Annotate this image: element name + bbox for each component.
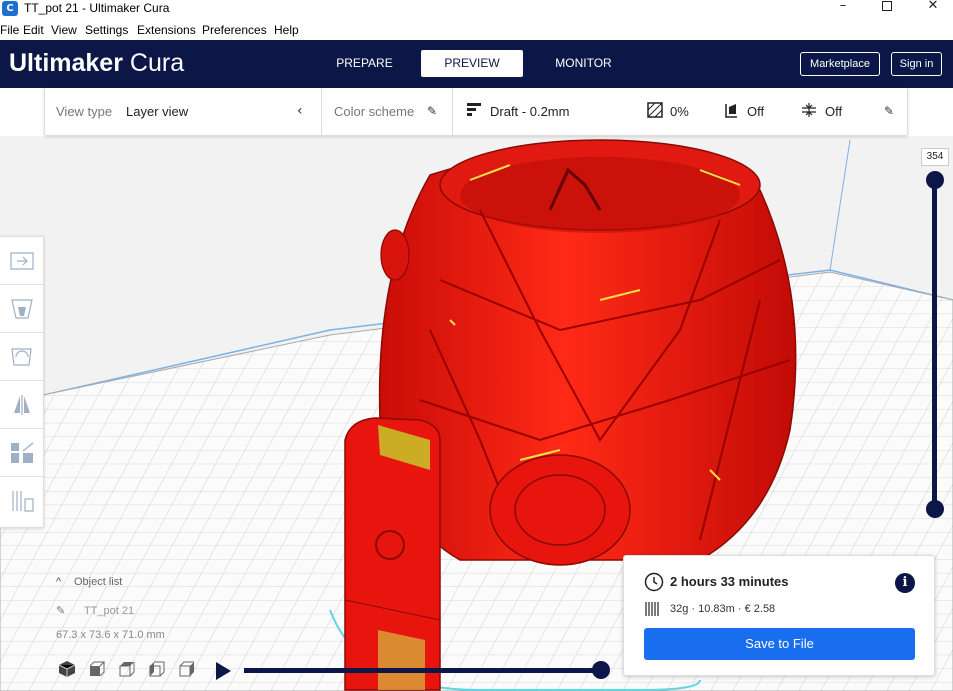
- adhesion-value[interactable]: Off: [825, 104, 842, 120]
- top-view-icon[interactable]: [118, 660, 136, 678]
- view-type-select[interactable]: Layer view: [126, 104, 188, 120]
- tab-monitor[interactable]: MONITOR: [541, 50, 626, 77]
- object-dimensions: 67.3 x 73.6 x 71.0 mm: [56, 629, 165, 641]
- app-header: Ultimaker Cura PREPARE PREVIEW MONITOR M…: [0, 40, 953, 88]
- layer-number-input[interactable]: 354: [921, 148, 949, 166]
- toolbar-divider: [321, 88, 322, 136]
- spool-icon: [645, 602, 659, 616]
- menu-view[interactable]: View: [51, 22, 77, 38]
- scale-icon: [11, 299, 33, 319]
- pencil-icon[interactable]: ✎: [884, 102, 894, 120]
- marketplace-button[interactable]: Marketplace: [800, 52, 880, 76]
- sign-in-button[interactable]: Sign in: [891, 52, 942, 76]
- rotate-icon: [11, 348, 32, 366]
- menu-help[interactable]: Help: [274, 22, 299, 38]
- rotate-tool-button[interactable]: [0, 333, 43, 381]
- view-toolbar: View type Layer view ‹ Color scheme ✎ Dr…: [44, 88, 908, 136]
- maximize-icon: [882, 1, 892, 11]
- adhesion-icon: [801, 102, 817, 123]
- color-scheme-button[interactable]: Color scheme: [334, 104, 414, 120]
- left-toolbar: [0, 236, 44, 528]
- clock-icon: [644, 572, 664, 592]
- layer-slider-bottom-handle[interactable]: [926, 500, 944, 518]
- mirror-icon: [14, 395, 30, 415]
- window-title: TT_pot 21 - Ultimaker Cura: [24, 1, 170, 15]
- maximize-button[interactable]: [872, 0, 902, 14]
- object-name: TT_pot 21: [84, 605, 135, 617]
- view-type-label: View type: [56, 104, 113, 119]
- support-blocker-icon: [12, 491, 34, 512]
- mirror-tool-button[interactable]: [0, 381, 43, 429]
- path-slider-handle[interactable]: [592, 661, 610, 679]
- right-view-icon[interactable]: [178, 660, 196, 678]
- menu-settings[interactable]: Settings: [85, 22, 128, 38]
- profile-selector[interactable]: Draft - 0.2mm: [490, 104, 569, 120]
- toolbar-divider: [452, 88, 453, 136]
- infill-icon: [647, 102, 663, 123]
- menu-bar: File Edit View Settings Extensions Prefe…: [0, 20, 953, 40]
- cura-window: C TT_pot 21 - Ultimaker Cura – ✕ File Ed…: [0, 0, 953, 691]
- front-view-icon[interactable]: [88, 660, 106, 678]
- support-blocker-button[interactable]: [0, 477, 43, 525]
- cura-logo-icon: C: [2, 1, 18, 16]
- menu-extensions[interactable]: Extensions: [137, 22, 196, 38]
- per-model-settings-icon: [11, 442, 34, 463]
- model-body: [378, 139, 797, 566]
- object-list-label: Object list: [74, 576, 123, 588]
- chevron-left-icon[interactable]: ‹: [297, 102, 303, 120]
- chevron-up-icon: ^: [56, 576, 62, 588]
- pencil-icon: ✎: [56, 605, 66, 617]
- object-name-row[interactable]: ✎ TT_pot 21: [56, 604, 134, 617]
- close-button[interactable]: ✕: [918, 0, 948, 14]
- ultimaker-cura-logo: Ultimaker Cura: [9, 48, 184, 78]
- menu-preferences[interactable]: Preferences: [202, 22, 267, 38]
- 3d-view-icon[interactable]: [58, 660, 76, 678]
- print-information-panel: 2 hours 33 minutes i 32g · 10.83m · € 2.…: [623, 555, 935, 676]
- logo-regular: Cura: [129, 49, 185, 77]
- scale-tool-button[interactable]: [0, 285, 43, 333]
- model-front-block: [344, 417, 441, 691]
- move-tool-button[interactable]: [0, 237, 43, 285]
- save-to-file-button[interactable]: Save to File: [644, 628, 915, 660]
- print-time: 2 hours 33 minutes: [670, 574, 789, 589]
- minimize-button[interactable]: –: [828, 0, 858, 14]
- play-icon[interactable]: [216, 662, 231, 680]
- support-icon: [723, 102, 739, 123]
- profile-bars-icon: [467, 102, 483, 121]
- layer-slider-track[interactable]: [932, 180, 937, 510]
- per-model-settings-button[interactable]: [0, 429, 43, 477]
- support-value[interactable]: Off: [747, 104, 764, 120]
- info-icon[interactable]: i: [895, 573, 915, 593]
- logo-bold: Ultimaker: [9, 49, 123, 77]
- path-slider-track[interactable]: [244, 668, 604, 673]
- material-estimate: 32g · 10.83m · € 2.58: [670, 603, 776, 615]
- layer-slider-top-handle[interactable]: [926, 171, 944, 189]
- pencil-icon[interactable]: ✎: [427, 102, 437, 120]
- menu-edit[interactable]: Edit: [23, 22, 44, 38]
- tab-preview[interactable]: PREVIEW: [421, 50, 523, 77]
- infill-value[interactable]: 0%: [670, 104, 689, 120]
- move-icon: [10, 252, 34, 270]
- title-bar: C TT_pot 21 - Ultimaker Cura – ✕: [0, 0, 953, 19]
- menu-file[interactable]: File: [0, 22, 19, 38]
- object-list-toggle[interactable]: ^ Object list: [56, 576, 122, 588]
- left-view-icon[interactable]: [148, 660, 166, 678]
- tab-prepare[interactable]: PREPARE: [323, 50, 406, 77]
